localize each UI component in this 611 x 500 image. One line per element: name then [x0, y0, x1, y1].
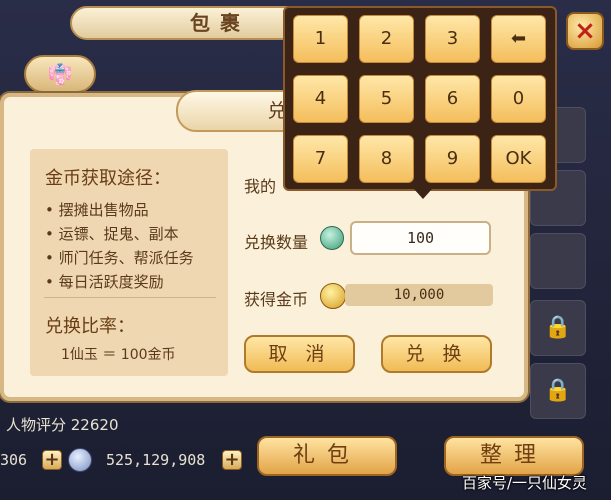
- backspace-icon[interactable]: ⬅: [491, 15, 546, 63]
- character-tab[interactable]: 👘: [24, 55, 96, 93]
- gain-label: 获得金币: [244, 290, 309, 309]
- add-jade-button[interactable]: +: [42, 450, 62, 470]
- key-7[interactable]: 7: [293, 135, 348, 183]
- key-2[interactable]: 2: [359, 15, 414, 63]
- key-3[interactable]: 3: [425, 15, 480, 63]
- gold-coin-icon: [320, 283, 346, 309]
- rate-text: 1仙玉 ＝ 100金币: [61, 347, 176, 363]
- character-score: 人物评分 22620: [6, 416, 119, 434]
- key-8[interactable]: 8: [359, 135, 414, 183]
- numpad-pointer: [414, 189, 432, 199]
- key-6[interactable]: 6: [425, 75, 480, 123]
- sort-button[interactable]: 整理: [444, 436, 584, 476]
- info-item: • 运镖、捉鬼、副本: [45, 225, 179, 243]
- watermark: 百家号/一只仙女灵: [462, 474, 588, 492]
- info-item: • 摆摊出售物品: [45, 201, 149, 219]
- exchange-button[interactable]: 兑 换: [381, 335, 492, 373]
- gold-coin-icon: [68, 448, 92, 472]
- quantity-input[interactable]: 100: [350, 221, 491, 255]
- key-1[interactable]: 1: [293, 15, 348, 63]
- add-gold-button[interactable]: +: [222, 450, 242, 470]
- info-title: 金币获取途径：: [45, 168, 171, 189]
- info-item: • 师门任务、帮派任务: [45, 249, 194, 267]
- jade-count: 306: [0, 451, 28, 469]
- gain-value: 10,000: [345, 284, 493, 306]
- key-5[interactable]: 5: [359, 75, 414, 123]
- rate-title: 兑换比率：: [45, 316, 135, 337]
- jade-icon: [320, 226, 344, 250]
- key-9[interactable]: 9: [425, 135, 480, 183]
- lock-icon[interactable]: 🔒: [530, 300, 586, 356]
- gold-count: 525,129,908: [106, 451, 206, 469]
- key-ok[interactable]: OK: [491, 135, 546, 183]
- key-0[interactable]: 0: [491, 75, 546, 123]
- info-item: • 每日活跃度奖励: [45, 273, 164, 291]
- my-balance-label: 我的: [244, 177, 277, 196]
- key-4[interactable]: 4: [293, 75, 348, 123]
- lock-icon[interactable]: 🔒: [530, 363, 586, 419]
- gift-button[interactable]: 礼包: [257, 436, 397, 476]
- cancel-button[interactable]: 取 消: [244, 335, 355, 373]
- quantity-label: 兑换数量: [244, 233, 309, 252]
- close-icon[interactable]: ×: [566, 12, 604, 50]
- inventory-slot[interactable]: [530, 233, 586, 289]
- divider: [44, 297, 216, 298]
